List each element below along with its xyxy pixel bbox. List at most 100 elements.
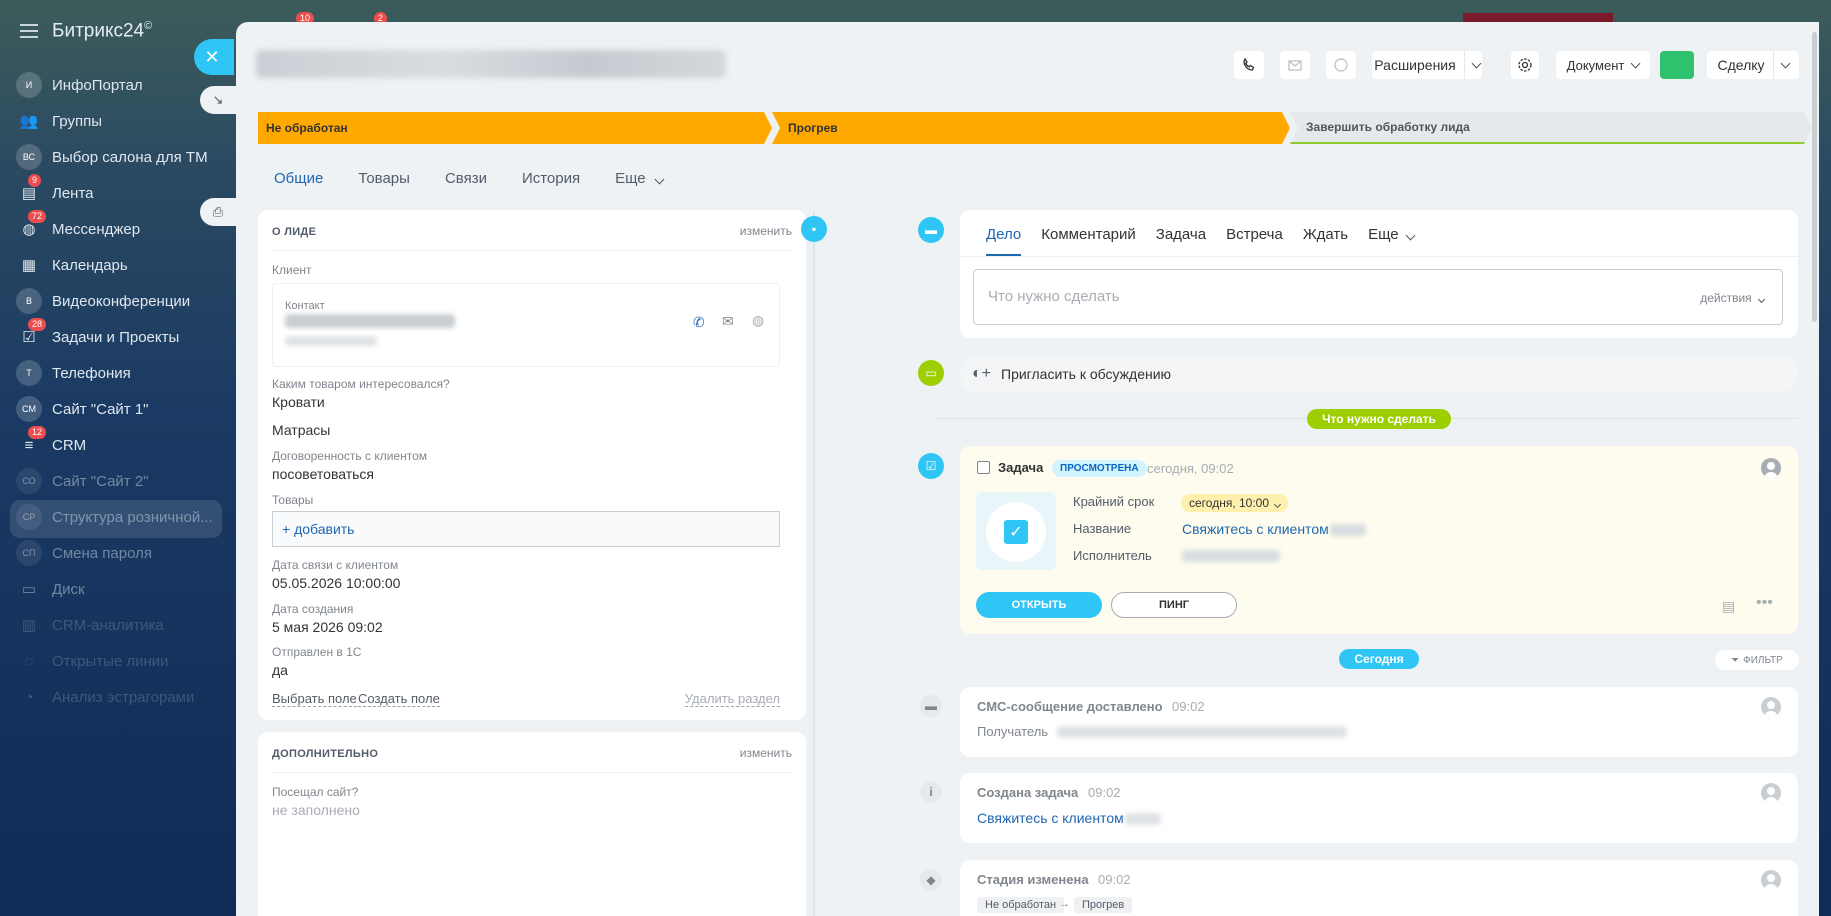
sidebar-item[interactable]: ≡ 12 CRM bbox=[16, 426, 87, 460]
field-label: Отправлен в 1С bbox=[272, 645, 362, 659]
call-button[interactable] bbox=[1234, 51, 1264, 79]
background-banner bbox=[1463, 13, 1613, 22]
mail-icon bbox=[1288, 59, 1302, 71]
menu-icon[interactable] bbox=[20, 24, 38, 39]
sidebar-item[interactable]: ◔ Анализ эстрагорами bbox=[16, 682, 194, 712]
sidebar-item[interactable]: ВС Выбор салона для ТМ bbox=[16, 142, 208, 172]
minimize-icon: ↘ bbox=[212, 92, 224, 107]
sidebar-item[interactable]: Т Телефония bbox=[16, 358, 131, 388]
tab-wait[interactable]: Ждать bbox=[1303, 226, 1348, 256]
tab-comment[interactable]: Комментарий bbox=[1041, 226, 1135, 256]
create-field-link[interactable]: Создать поле bbox=[358, 691, 440, 707]
tab-relations[interactable]: Связи bbox=[445, 170, 487, 187]
gear-icon bbox=[1518, 58, 1532, 72]
task-icon: ✓ bbox=[1004, 520, 1028, 544]
todo-input[interactable]: Что нужно сделать действия bbox=[973, 269, 1783, 325]
client-label: Клиент bbox=[272, 263, 312, 277]
activity-editor-card: Дело Комментарий Задача Встреча Ждать Ещ… bbox=[960, 210, 1798, 338]
sidebar-item[interactable]: ◌ Открытые линии bbox=[16, 646, 169, 676]
note-icon[interactable]: ▤ bbox=[1722, 598, 1735, 615]
invite-label: Пригласить к обсуждению bbox=[1001, 366, 1172, 382]
sidebar-item[interactable]: СМ Сайт "Сайт 1" bbox=[16, 394, 149, 424]
sidebar-item[interactable]: ◍ 72 Мессенджер bbox=[16, 210, 140, 244]
task-name-link[interactable]: Свяжитесь с клиентом bbox=[1182, 521, 1329, 537]
stage-warmup[interactable]: Прогрев bbox=[772, 112, 1290, 144]
sidebar-item[interactable]: ▭ Диск bbox=[16, 574, 85, 604]
tab-activity[interactable]: Дело bbox=[986, 226, 1022, 256]
invite-discussion[interactable]: ◐+ Пригласить к обсуждению bbox=[960, 355, 1798, 393]
lead-title-blurred bbox=[256, 50, 726, 78]
sidebar-item-label: Лента bbox=[52, 184, 94, 202]
extensions-dropdown[interactable]: Расширения bbox=[1372, 51, 1482, 79]
minimize-tab[interactable]: ↘ bbox=[200, 86, 236, 114]
sidebar-item[interactable]: 👥 Группы bbox=[16, 106, 102, 136]
sidebar-item[interactable]: В Видеоконференции bbox=[16, 286, 190, 316]
contact-name-blurred[interactable] bbox=[285, 314, 455, 328]
chat-icon[interactable]: ◍ bbox=[752, 312, 764, 329]
open-task-button[interactable]: ОТКРЫТЬ bbox=[976, 592, 1102, 618]
sidebar-item-label: Диск bbox=[52, 580, 85, 598]
deadline-value[interactable]: сегодня, 10:00 bbox=[1181, 494, 1289, 512]
field-value: да bbox=[272, 662, 288, 678]
sidebar-item[interactable]: ▥ CRM-аналитика bbox=[16, 610, 164, 640]
tab-history[interactable]: История bbox=[522, 170, 580, 187]
edit-section-link[interactable]: изменить bbox=[740, 746, 792, 760]
more-icon[interactable]: ••• bbox=[1756, 594, 1773, 612]
history-item-sms: СМС-сообщение доставлено 09:02 Получател… bbox=[960, 687, 1798, 757]
sidebar-item[interactable]: ▦ Календарь bbox=[16, 250, 128, 280]
close-slider-button[interactable]: ✕ bbox=[194, 39, 234, 75]
ping-button[interactable]: ПИНГ bbox=[1111, 592, 1237, 618]
convert-dropdown[interactable]: Сделку bbox=[1707, 51, 1799, 79]
lead-tabs: Общие Товары Связи История Еще bbox=[274, 170, 665, 187]
brand-logo[interactable]: Битрикс24© bbox=[52, 20, 152, 42]
phone-icon[interactable]: ✆ bbox=[693, 314, 705, 331]
task-checkbox[interactable] bbox=[977, 461, 990, 474]
stage-new[interactable]: Не обработан bbox=[258, 112, 772, 144]
task-link[interactable]: Свяжитесь с клиентом bbox=[977, 810, 1124, 826]
accent-action-button[interactable] bbox=[1660, 51, 1694, 79]
actions-dropdown[interactable]: действия bbox=[1700, 291, 1766, 305]
sidebar-item[interactable]: СО Сайт "Сайт 2" bbox=[16, 466, 149, 496]
tab-products[interactable]: Товары bbox=[358, 170, 410, 187]
sidebar-item-label: Сайт "Сайт 2" bbox=[52, 472, 149, 490]
author-avatar-icon[interactable] bbox=[1761, 783, 1781, 803]
sidebar-item[interactable]: ☑ 28 Задачи и Проекты bbox=[16, 318, 179, 352]
settings-button[interactable] bbox=[1511, 51, 1539, 79]
select-field-link[interactable]: Выбрать поле bbox=[272, 691, 357, 707]
todo-placeholder: Что нужно сделать bbox=[988, 288, 1120, 305]
document-dropdown[interactable]: Документ bbox=[1556, 51, 1650, 79]
tab-general[interactable]: Общие bbox=[274, 170, 323, 187]
mail-icon[interactable]: ✉ bbox=[722, 313, 734, 330]
close-icon: ✕ bbox=[204, 46, 220, 67]
author-avatar-icon[interactable] bbox=[1761, 697, 1781, 717]
add-product-field[interactable]: + добавить bbox=[272, 511, 780, 547]
filter-icon: ⏷ bbox=[1731, 654, 1740, 666]
field-value: не заполнено bbox=[272, 802, 360, 818]
filter-button[interactable]: ⏷ ФИЛЬТР bbox=[1715, 650, 1799, 670]
field-value: Матрасы bbox=[272, 422, 331, 438]
lead-info-card: О ЛИДЕ изменить Клиент Контакт ✆ ✉ ◍ Как… bbox=[258, 210, 806, 720]
sidebar-item-label: CRM bbox=[52, 436, 87, 454]
tab-meeting[interactable]: Встреча bbox=[1226, 226, 1283, 256]
chat-button[interactable] bbox=[1326, 51, 1356, 79]
assignee-blurred[interactable] bbox=[1182, 550, 1280, 562]
info-icon: i bbox=[920, 781, 942, 803]
tab-more[interactable]: Еще bbox=[615, 170, 665, 187]
email-button[interactable] bbox=[1280, 51, 1310, 79]
sidebar-item[interactable]: И ИнфоПортал bbox=[16, 70, 143, 100]
tab-more[interactable]: Еще bbox=[1368, 226, 1416, 256]
print-tab[interactable]: ⎙ bbox=[200, 198, 236, 226]
document-label: Документ bbox=[1566, 57, 1625, 73]
author-avatar-icon[interactable] bbox=[1761, 458, 1781, 478]
delete-section-link[interactable]: Удалить раздел bbox=[684, 691, 780, 707]
edit-section-link[interactable]: изменить bbox=[740, 224, 792, 238]
sidebar-item[interactable]: СР Структура розничной... bbox=[16, 502, 213, 532]
sidebar-item[interactable]: ▤ 9 Лента bbox=[16, 174, 94, 208]
author-avatar-icon[interactable] bbox=[1761, 870, 1781, 890]
status-badge: ПРОСМОТРЕНА bbox=[1052, 460, 1147, 477]
history-time: 09:02 bbox=[1172, 699, 1205, 714]
initials-icon: Т bbox=[16, 360, 42, 386]
tab-task[interactable]: Задача bbox=[1156, 226, 1206, 256]
sidebar-item[interactable]: СП Смена пароля bbox=[16, 538, 152, 568]
stage-finish[interactable]: Завершить обработку лида bbox=[1290, 112, 1812, 144]
